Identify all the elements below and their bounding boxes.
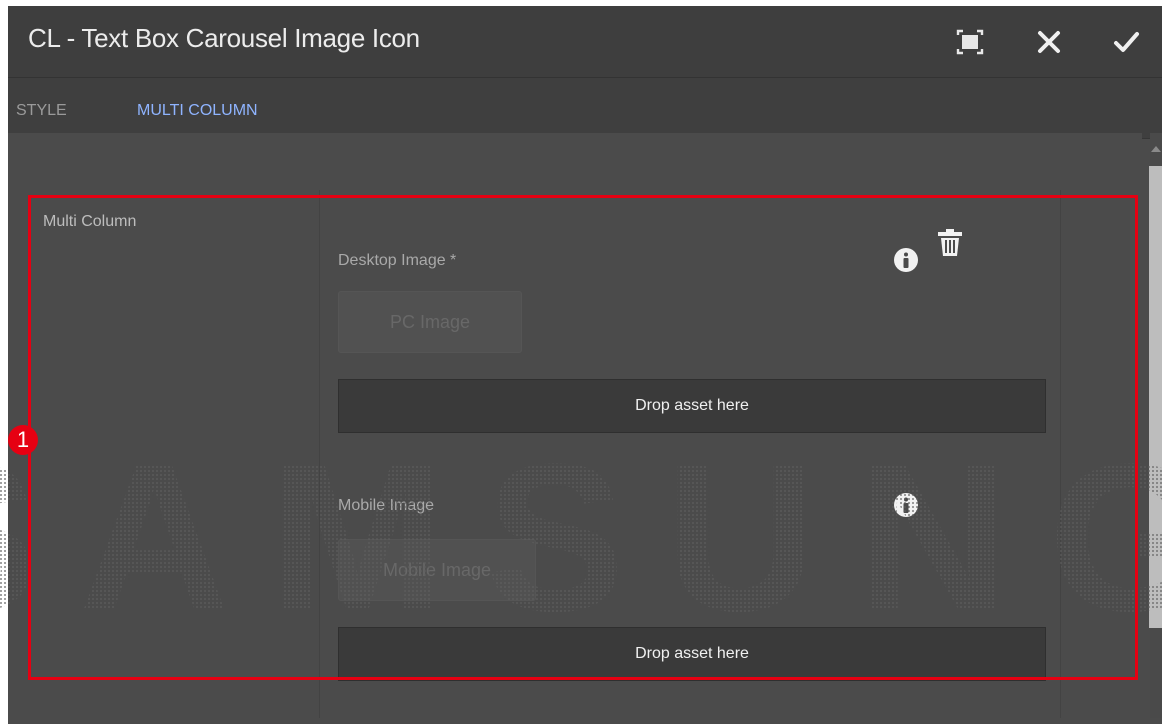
fullscreen-button[interactable]: [948, 20, 992, 64]
mobile-image-label: Mobile Image: [338, 497, 435, 514]
info-icon[interactable]: [893, 492, 919, 518]
checkmark-icon: [1114, 32, 1139, 52]
close-icon: [1038, 31, 1060, 53]
desktop-drop-zone[interactable]: Drop asset here: [338, 379, 1046, 433]
scrollbar-thumb[interactable]: [1149, 166, 1162, 628]
column-divider-right: [1060, 190, 1061, 718]
mobile-image-button[interactable]: Mobile Image: [338, 539, 536, 601]
info-icon[interactable]: [893, 247, 919, 273]
tab-style[interactable]: STYLE: [16, 102, 67, 120]
done-button[interactable]: [1104, 20, 1148, 64]
tab-bar: STYLE MULTI COLUMN: [8, 78, 1162, 139]
dialog-title: CL - Text Box Carousel Image Icon: [28, 23, 420, 53]
annotation-badge: 1: [8, 425, 38, 455]
trash-icon[interactable]: [937, 228, 963, 258]
mobile-drop-zone[interactable]: Drop asset here: [338, 627, 1046, 681]
multifield-section-label: Multi Column: [43, 213, 137, 230]
desktop-image-label: Desktop Image *: [338, 252, 457, 269]
column-divider-left: [319, 190, 320, 718]
fullscreen-icon: [956, 29, 984, 55]
dialog-titlebar: CL - Text Box Carousel Image Icon: [8, 6, 1162, 78]
scroll-up-arrow[interactable]: [1151, 146, 1161, 152]
tab-multi-column[interactable]: MULTI COLUMN: [137, 102, 258, 120]
pc-image-button[interactable]: PC Image: [338, 291, 522, 353]
close-button[interactable]: [1027, 20, 1071, 64]
